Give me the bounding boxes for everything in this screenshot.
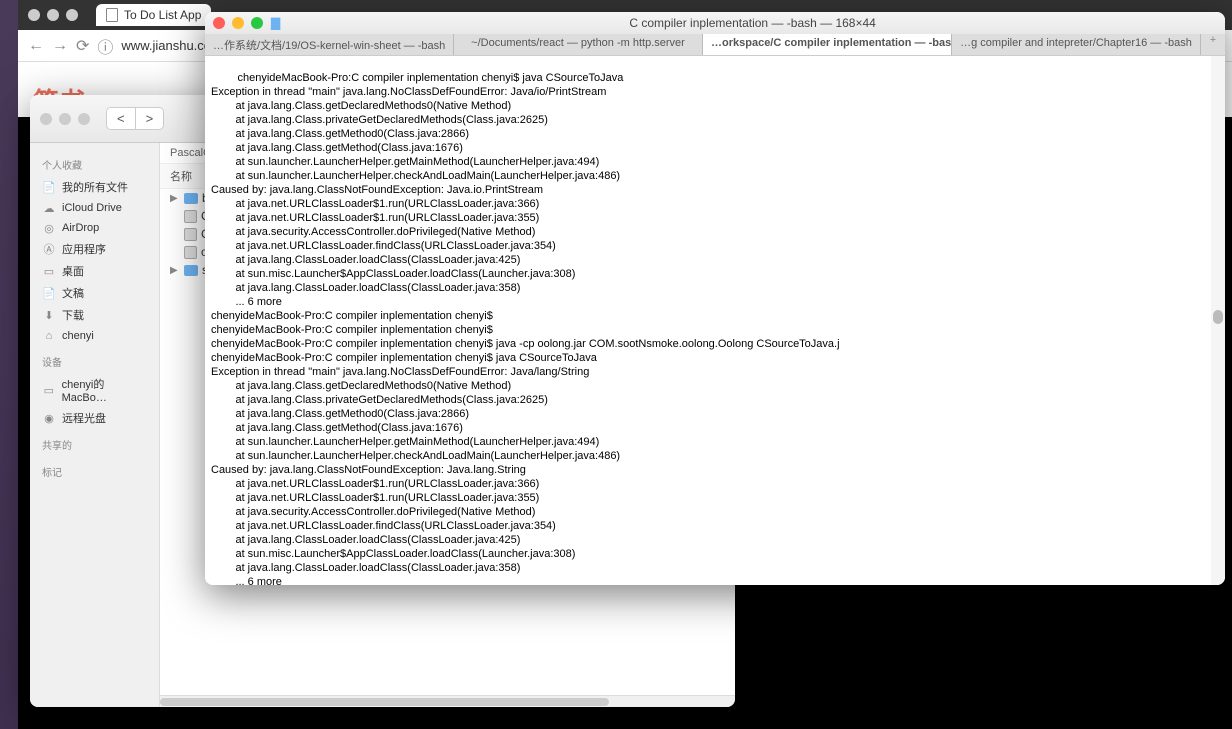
sidebar-item[interactable]: 📄 我的所有文件	[30, 176, 159, 198]
sidebar-item[interactable]: ⬇ 下载	[30, 304, 159, 326]
minimize-icon[interactable]	[232, 17, 244, 29]
sidebar-item-label: 应用程序	[62, 241, 106, 257]
sidebar-item-label: iCloud Drive	[62, 202, 122, 214]
terminal-window: ▇ C compiler inplementation — -bash — 16…	[205, 12, 1225, 585]
sidebar-item[interactable]: ◉ 远程光盘	[30, 407, 159, 429]
scrollbar-thumb[interactable]	[160, 698, 609, 706]
sidebar-item[interactable]: ⌂ chenyi	[30, 326, 159, 346]
close-icon[interactable]	[213, 17, 225, 29]
reload-icon[interactable]: ⟳	[76, 36, 89, 56]
close-icon[interactable]	[28, 9, 40, 21]
sidebar-item[interactable]: ◎ AirDrop	[30, 218, 159, 238]
sidebar-item-label: chenyi	[62, 330, 94, 342]
forward-icon[interactable]: →	[52, 37, 68, 55]
sidebar-item-label: 桌面	[62, 263, 84, 279]
folder-icon: ▇	[271, 16, 280, 30]
browser-tab[interactable]: To Do List App	[96, 4, 211, 26]
sidebar-item-label: 下载	[62, 307, 84, 323]
forward-button[interactable]: >	[136, 108, 164, 129]
back-button[interactable]: <	[107, 108, 136, 129]
sidebar-item-icon: ☁	[42, 201, 56, 215]
terminal-tab[interactable]: ~/Documents/react — python -m http.serve…	[454, 34, 703, 55]
folder-icon	[184, 265, 198, 276]
terminal-tab[interactable]: …作系统/文档/19/OS-kernel-win-sheet — -bash	[205, 34, 454, 55]
disk-icon	[184, 246, 197, 259]
finder-sidebar: 个人收藏 📄 我的所有文件 ☁ iCloud Drive ◎ AirDrop Ⓐ 应用程序 ▭ 桌面…	[30, 143, 160, 707]
sidebar-section-header: 共享的	[30, 433, 159, 456]
sidebar-item[interactable]: ☁ iCloud Drive	[30, 198, 159, 218]
disclosure-icon[interactable]: ▶	[170, 193, 180, 204]
sidebar-item-label: 远程光盘	[62, 410, 106, 426]
scrollbar-thumb[interactable]	[1213, 310, 1223, 324]
vertical-scrollbar[interactable]	[1211, 56, 1225, 585]
maximize-icon[interactable]	[251, 17, 263, 29]
sidebar-item-icon: Ⓐ	[42, 242, 56, 256]
sidebar-item-icon: ▭	[42, 383, 56, 397]
sidebar-item-icon: ◎	[42, 221, 56, 235]
sidebar-item-icon: ⬇	[42, 308, 56, 322]
sidebar-item[interactable]: 📄 文稿	[30, 282, 159, 304]
sidebar-item-icon: ▭	[42, 264, 56, 278]
terminal-content[interactable]: chenyideMacBook-Pro:C compiler inplement…	[205, 56, 1225, 585]
minimize-icon[interactable]	[59, 113, 71, 125]
finder-traffic-lights	[40, 113, 90, 125]
terminal-tab[interactable]: …g compiler and intepreter/Chapter16 — -…	[952, 34, 1201, 55]
folder-icon	[184, 193, 198, 204]
add-tab-button[interactable]: +	[1201, 34, 1225, 55]
sidebar-item-label: AirDrop	[62, 222, 99, 234]
sidebar-item[interactable]: Ⓐ 应用程序	[30, 238, 159, 260]
browser-tab-title: To Do List App	[124, 8, 201, 22]
sidebar-item-label: 我的所有文件	[62, 179, 128, 195]
sidebar-section-header: 个人收藏	[30, 153, 159, 176]
horizontal-scrollbar[interactable]	[160, 695, 735, 707]
sidebar-item[interactable]: ▭ 桌面	[30, 260, 159, 282]
back-icon[interactable]: ←	[28, 37, 44, 55]
sidebar-section-header: 设备	[30, 350, 159, 373]
sidebar-item-icon: ◉	[42, 411, 56, 425]
terminal-title: C compiler inplementation — -bash — 168×…	[288, 16, 1217, 30]
sidebar-item-icon: 📄	[42, 286, 56, 300]
terminal-output: chenyideMacBook-Pro:C compiler inplement…	[211, 72, 840, 585]
maximize-icon[interactable]	[66, 9, 78, 21]
sidebar-section-header: 标记	[30, 460, 159, 483]
sidebar-item[interactable]: ▭ chenyi的MacBo…	[30, 373, 159, 407]
terminal-tabs: …作系统/文档/19/OS-kernel-win-sheet — -bash~/…	[205, 34, 1225, 56]
sidebar-item-icon: ⌂	[42, 329, 56, 343]
sidebar-item-label: 文稿	[62, 285, 84, 301]
terminal-titlebar: ▇ C compiler inplementation — -bash — 16…	[205, 12, 1225, 34]
info-icon[interactable]: ⓘ	[97, 34, 113, 58]
minimize-icon[interactable]	[47, 9, 59, 21]
terminal-tab[interactable]: …orkspace/C compiler inplementation — -b…	[703, 34, 952, 55]
close-icon[interactable]	[40, 113, 52, 125]
browser-traffic-lights	[28, 9, 78, 21]
disk-icon	[184, 210, 197, 223]
disclosure-icon[interactable]: ▶	[170, 265, 180, 276]
column-name-header: 名称	[170, 168, 192, 184]
sidebar-item-label: chenyi的MacBo…	[62, 376, 147, 404]
finder-nav-buttons: < >	[106, 107, 164, 130]
document-icon	[106, 8, 118, 22]
sidebar-item-icon: 📄	[42, 180, 56, 194]
maximize-icon[interactable]	[78, 113, 90, 125]
terminal-traffic-lights	[213, 17, 263, 29]
disk-icon	[184, 228, 197, 241]
